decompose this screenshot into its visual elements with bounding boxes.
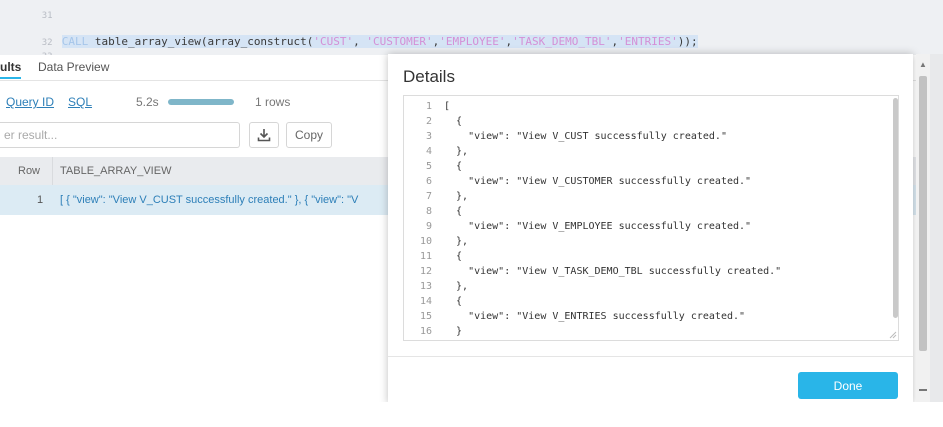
code-line-number: 12 — [419, 266, 432, 277]
duration-bar — [168, 99, 234, 105]
code-line-text: { — [444, 251, 463, 262]
code-line-number: 6 — [425, 176, 432, 187]
code-line-text: }, — [444, 281, 469, 292]
download-icon — [257, 129, 271, 142]
code-line-text: { — [444, 296, 463, 307]
code-line-text: [ — [444, 101, 451, 112]
code-line-number: 2 — [425, 116, 432, 127]
code-line: 9 "view": "View V_EMPLOYEE successfully … — [404, 219, 751, 234]
app-root: 31 32 CALL table_array_view(array_constru… — [0, 0, 943, 427]
row-number: 1 — [37, 194, 44, 206]
bottom-spacer — [0, 402, 943, 427]
cell-table-array-view[interactable]: [ { "view": "View V_CUST successfully cr… — [60, 194, 358, 206]
code-line: 14 { — [404, 294, 462, 309]
query-id-link[interactable]: Query ID — [6, 95, 54, 109]
code-line-text: { — [444, 161, 463, 172]
column-header-row[interactable]: Row — [18, 165, 40, 177]
row-count: 1 rows — [255, 95, 291, 109]
code-line: 10 }, — [404, 234, 468, 249]
tab-results[interactable]: ults — [0, 60, 22, 79]
column-header-table-array-view[interactable]: TABLE_ARRAY_VIEW — [60, 165, 171, 177]
code-line-number: 9 — [425, 221, 432, 232]
editor-line: 33 — [0, 38, 62, 62]
code-line-number: 14 — [419, 296, 432, 307]
arg-string: 'TASK_DEMO_TBL' — [512, 35, 612, 48]
code-line-number: 3 — [425, 131, 432, 142]
editor-line: 32 CALL table_array_view(array_construct(… — [0, 24, 698, 48]
code-line: 8 { — [404, 204, 462, 219]
code-line-text: "view": "View V_CUSTOMER successfully cr… — [444, 176, 752, 187]
code-line-number: 16 — [419, 326, 432, 337]
call-end: )); — [677, 35, 698, 48]
code-line: 16 } — [404, 324, 462, 339]
code-line: 3 "view": "View V_CUST successfully crea… — [404, 129, 727, 144]
code-line-text: "view": "View V_EMPLOYEE successfully cr… — [444, 221, 752, 232]
arg-string: 'ENTRIES' — [618, 35, 678, 48]
code-line-text: }, — [444, 236, 469, 247]
page-scrollbar[interactable]: ▲ — [916, 54, 930, 404]
column-divider — [52, 157, 53, 185]
code-line-text: { — [444, 206, 463, 217]
code-line-number: 11 — [419, 251, 432, 262]
code-line-number: 13 — [419, 281, 432, 292]
details-modal: Details 1[ 2 { 3 "view": "View V_CUST su… — [388, 54, 913, 404]
modal-divider — [388, 356, 913, 357]
editor-line: 31 — [0, 0, 62, 21]
query-duration: 5.2s — [136, 95, 159, 109]
code-line-number: 5 — [425, 161, 432, 172]
arg-string: 'CUST' — [313, 35, 354, 48]
code-line-number: 10 — [419, 236, 432, 247]
done-button[interactable]: Done — [798, 372, 898, 399]
code-line: 6 "view": "View V_CUSTOMER successfully … — [404, 174, 751, 189]
code-line-number: 8 — [425, 206, 432, 217]
code-line: 7 }, — [404, 189, 468, 204]
code-line-number: 15 — [419, 311, 432, 322]
arrow-up-icon[interactable]: ▲ — [919, 60, 927, 69]
background-strip — [930, 54, 943, 404]
code-line: 12 "view": "View V_TASK_DEMO_TBL success… — [404, 264, 781, 279]
resize-grip-icon[interactable] — [888, 330, 898, 340]
function-call: table_array_view(array_construct( — [88, 35, 314, 48]
call-keyword: CALL — [61, 35, 89, 48]
download-button[interactable] — [249, 122, 279, 148]
code-line: 1[ — [404, 99, 450, 114]
code-line-number: 1 — [425, 101, 432, 112]
code-line: 15 "view": "View V_ENTRIES successfully … — [404, 309, 745, 324]
copy-button[interactable]: Copy — [286, 122, 332, 148]
filter-result-input[interactable]: er result... — [0, 122, 240, 148]
code-line-text: } — [444, 326, 463, 337]
code-line: 11 { — [404, 249, 462, 264]
code-line-text: "view": "View V_CUST successfully create… — [444, 131, 727, 142]
code-line-text: { — [444, 116, 463, 127]
scroll-end-mark — [919, 389, 927, 391]
line-number: 31 — [41, 11, 53, 21]
sql-editor[interactable]: 31 32 CALL table_array_view(array_constru… — [0, 0, 943, 62]
code-line-text: "view": "View V_ENTRIES successfully cre… — [444, 311, 746, 322]
code-line: 4 }, — [404, 144, 468, 159]
code-line-text: }, — [444, 191, 469, 202]
tab-data-preview[interactable]: Data Preview — [38, 60, 109, 74]
code-line-text: }, — [444, 146, 469, 157]
code-line: 5 { — [404, 159, 462, 174]
code-line: 2 { — [404, 114, 462, 129]
code-line: 13 }, — [404, 279, 468, 294]
scrollbar-thumb[interactable] — [919, 76, 927, 351]
code-scrollbar[interactable] — [893, 98, 898, 318]
sql-link[interactable]: SQL — [68, 95, 92, 109]
json-viewer[interactable]: 1[ 2 { 3 "view": "View V_CUST successful… — [403, 95, 899, 341]
arg-string: 'EMPLOYEE' — [439, 35, 506, 48]
code-line-number: 7 — [425, 191, 432, 202]
arg-separator: , — [353, 35, 367, 48]
arg-string: 'CUSTOMER' — [366, 35, 433, 48]
code-line-text: "view": "View V_TASK_DEMO_TBL successful… — [444, 266, 782, 277]
code-line-number: 4 — [425, 146, 432, 157]
modal-title: Details — [403, 67, 455, 86]
